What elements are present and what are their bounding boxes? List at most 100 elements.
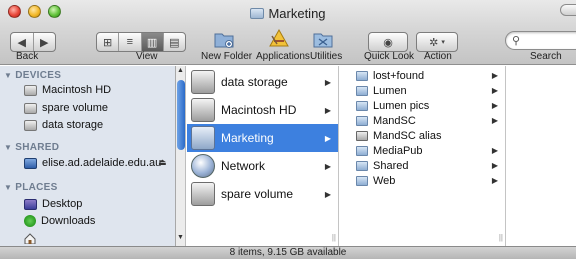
folder-icon xyxy=(250,8,265,19)
list-view-icon: ≡ xyxy=(126,36,134,48)
action-menu-button[interactable]: ✲ ▾ xyxy=(416,32,458,52)
status-text: 8 items, 9.15 GB available xyxy=(229,247,347,258)
forward-arrow-icon: ▶ xyxy=(40,36,49,49)
list-item[interactable]: data storage ▶ xyxy=(187,68,338,96)
utilities-button[interactable] xyxy=(313,30,333,48)
sidebar-scrollbar[interactable]: ▲ ▼ xyxy=(176,66,186,246)
browser-column-1: data storage ▶ Macintosh HD ▶ Marketing … xyxy=(187,66,339,246)
forward-button[interactable]: ▶ xyxy=(34,33,56,51)
search-field[interactable]: ⚲ xyxy=(505,31,576,50)
list-item[interactable]: MediaPub ▶ xyxy=(340,143,505,158)
downloads-icon xyxy=(24,215,36,227)
applications-icon xyxy=(269,28,289,47)
sidebar-item-downloads[interactable]: Downloads xyxy=(24,213,95,229)
folder-icon xyxy=(356,160,368,171)
sidebar-item-spare-volume[interactable]: spare volume xyxy=(24,100,108,116)
list-view-button[interactable]: ≡ xyxy=(119,33,142,51)
column-view-button[interactable]: ▥ xyxy=(141,33,164,51)
quick-look-button[interactable]: ◉ xyxy=(368,32,408,52)
column-resize-handle[interactable]: || xyxy=(332,233,336,242)
sidebar-item-desktop[interactable]: Desktop xyxy=(24,196,82,212)
new-folder-button[interactable] xyxy=(214,30,234,48)
back-arrow-icon: ◀ xyxy=(17,36,26,49)
network-globe-icon xyxy=(191,154,215,178)
folder-icon xyxy=(356,70,368,81)
sidebar-item-elise[interactable]: elise.ad.adelaide.edu.au xyxy=(24,155,161,171)
list-item[interactable]: MandSC ▶ xyxy=(340,113,505,128)
chevron-right-icon: ▶ xyxy=(491,71,498,80)
sidebar-header-devices[interactable]: ▼ DEVICES xyxy=(4,70,61,81)
toolbar-toggle-button[interactable] xyxy=(560,4,576,16)
eject-icon[interactable]: ⏏ xyxy=(158,157,167,168)
sidebar-item-macintosh-hd[interactable]: Macintosh HD xyxy=(24,82,111,98)
search-label: Search xyxy=(530,51,562,62)
list-item[interactable]: lost+found ▶ xyxy=(340,68,505,83)
disclosure-triangle-icon: ▼ xyxy=(4,183,13,192)
server-share-icon xyxy=(191,126,215,150)
list-item[interactable]: Network ▶ xyxy=(187,152,338,180)
folder-icon xyxy=(356,85,368,96)
back-button[interactable]: ◀ xyxy=(11,33,34,51)
sidebar-item-data-storage[interactable]: data storage xyxy=(24,117,103,133)
status-bar: 8 items, 9.15 GB available xyxy=(0,246,576,259)
disclosure-triangle-icon: ▼ xyxy=(4,71,13,80)
disclosure-triangle-icon: ▼ xyxy=(4,143,13,152)
list-item[interactable]: spare volume ▶ xyxy=(187,180,338,208)
chevron-right-icon: ▶ xyxy=(324,189,331,199)
folder-icon xyxy=(356,145,368,156)
column-view-icon: ▥ xyxy=(146,36,158,49)
chevron-down-icon: ▾ xyxy=(441,39,445,46)
hard-disk-icon xyxy=(24,119,37,131)
network-computer-icon xyxy=(24,157,37,169)
scroll-down-arrow-icon[interactable]: ▼ xyxy=(177,234,184,241)
sidebar-header-places[interactable]: ▼ PLACES xyxy=(4,182,58,193)
sidebar-header-shared[interactable]: ▼ SHARED xyxy=(4,142,59,153)
window-title: Marketing xyxy=(0,6,576,21)
hard-disk-icon xyxy=(24,84,37,96)
applications-button[interactable] xyxy=(268,28,290,50)
list-item[interactable]: MandSC alias xyxy=(340,128,505,143)
folder-icon xyxy=(356,175,368,186)
chevron-right-icon: ▶ xyxy=(491,146,498,155)
hard-disk-icon xyxy=(191,182,215,206)
list-item-selected[interactable]: Marketing ▶ xyxy=(187,124,338,152)
quick-look-label: Quick Look xyxy=(364,51,415,62)
chevron-right-icon: ▶ xyxy=(491,161,498,170)
list-item[interactable]: Web ▶ xyxy=(340,173,505,188)
hard-disk-icon xyxy=(191,98,215,122)
alias-icon xyxy=(356,130,368,141)
column-resize-handle[interactable]: || xyxy=(499,233,503,242)
home-icon xyxy=(24,232,36,244)
scroll-up-arrow-icon[interactable]: ▲ xyxy=(177,67,184,74)
icon-view-button[interactable]: ⊞ xyxy=(97,33,120,51)
sidebar-item-home[interactable] xyxy=(24,230,42,246)
scroll-thumb[interactable] xyxy=(177,80,185,150)
back-forward-control: ◀ ▶ xyxy=(10,32,56,52)
utilities-icon xyxy=(313,33,333,48)
chevron-right-icon: ▶ xyxy=(491,116,498,125)
chevron-right-icon: ▶ xyxy=(491,176,498,185)
window-toolbar: Marketing ◀ ▶ Back ⊞ ≡ ▥ ▤ View New Fold… xyxy=(0,0,576,65)
back-label: Back xyxy=(16,51,39,62)
chevron-right-icon: ▶ xyxy=(491,101,498,110)
chevron-right-icon: ▶ xyxy=(324,77,331,87)
gear-icon: ✲ xyxy=(429,36,439,49)
browser-column-3 xyxy=(507,66,576,246)
new-folder-icon xyxy=(214,33,234,48)
list-item[interactable]: Lumen pics ▶ xyxy=(340,98,505,113)
icon-view-icon: ⊞ xyxy=(103,36,113,49)
action-label: Action xyxy=(424,51,452,62)
utilities-label: Utilities xyxy=(310,51,343,62)
desktop-icon xyxy=(24,198,37,210)
new-folder-label: New Folder xyxy=(201,51,253,62)
coverflow-view-button[interactable]: ▤ xyxy=(164,33,185,51)
list-item[interactable]: Shared ▶ xyxy=(340,158,505,173)
search-icon: ⚲ xyxy=(512,35,521,47)
list-item[interactable]: Macintosh HD ▶ xyxy=(187,96,338,124)
list-item[interactable]: Lumen ▶ xyxy=(340,83,505,98)
chevron-right-icon: ▶ xyxy=(324,105,331,115)
folder-icon xyxy=(356,115,368,126)
hard-disk-icon xyxy=(191,70,215,94)
chevron-right-icon: ▶ xyxy=(491,86,498,95)
hard-disk-icon xyxy=(24,102,37,114)
